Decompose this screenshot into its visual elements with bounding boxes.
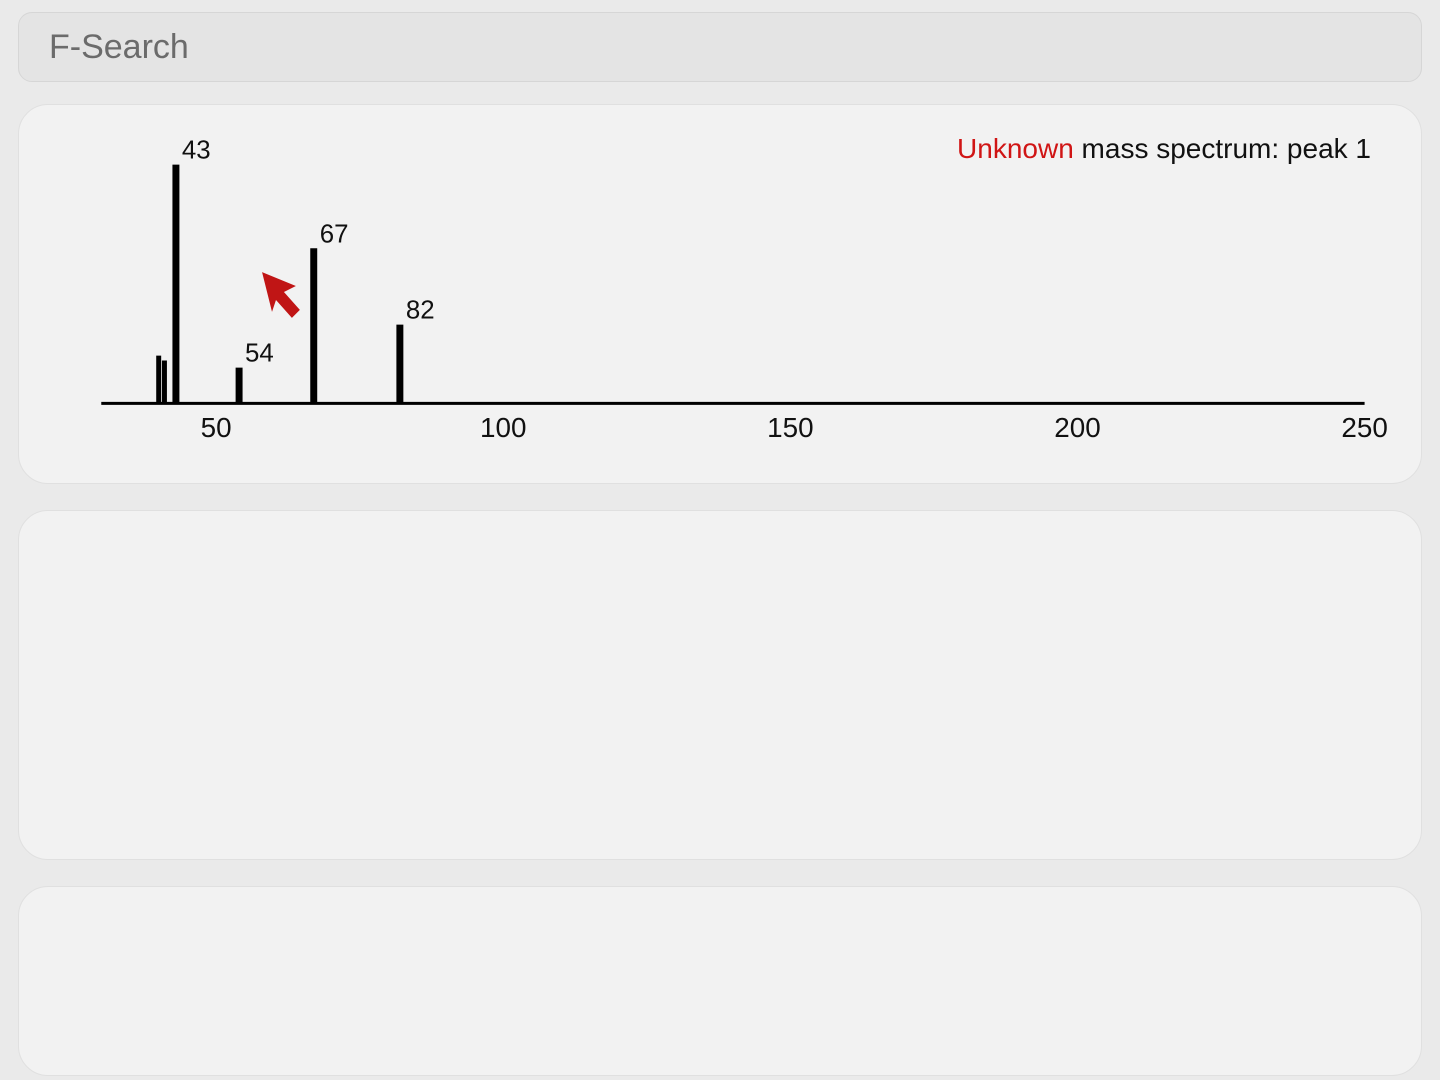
x-tick-label: 250 (1341, 412, 1387, 443)
spectrum-panel[interactable]: Unknown mass spectrum: peak 1 5010015020… (18, 104, 1422, 484)
spectrum-chart[interactable]: 50 100 150 200 250 43 54 67 82 (19, 105, 1421, 483)
detail-panel (18, 886, 1422, 1076)
cursor-arrow-icon (262, 272, 300, 318)
peak-label: 54 (245, 340, 274, 368)
x-tick-label: 100 (480, 412, 526, 443)
peak-label: 82 (406, 297, 435, 325)
app-title: F-Search (49, 28, 189, 67)
peak-label: 43 (182, 137, 211, 165)
x-tick-label: 150 (767, 412, 813, 443)
header-bar: F-Search (18, 12, 1422, 82)
x-tick-label: 50 (201, 412, 232, 443)
app-root: F-Search Unknown mass spectrum: peak 1 5… (0, 0, 1440, 1080)
x-tick-label: 200 (1054, 412, 1100, 443)
peak-label: 67 (320, 220, 349, 248)
results-panel (18, 510, 1422, 860)
